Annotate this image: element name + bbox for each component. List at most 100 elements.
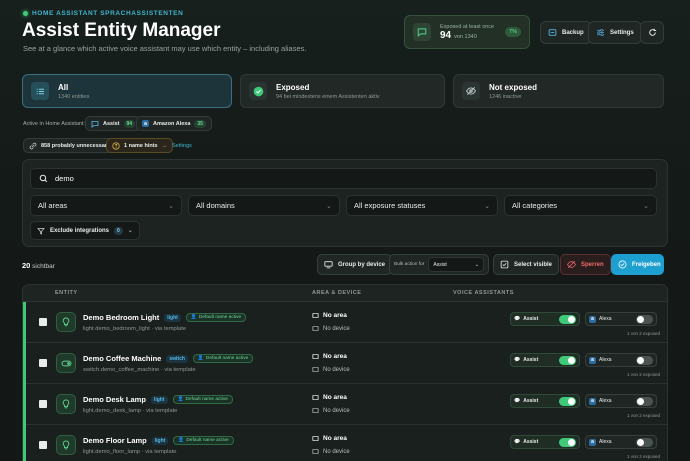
domain-badge: light [150,395,168,404]
row-checkbox[interactable] [39,441,47,449]
page-subtitle: See at a glance which active voice assis… [23,44,307,53]
arrow-right-icon: → [161,142,168,149]
settings-link[interactable]: Settings [172,143,192,149]
alexa-toggle[interactable] [636,396,653,406]
chevron-down-icon: ⌄ [484,202,490,210]
assist-icon: 💬 [514,398,521,404]
name-hint-label: Default name active [186,438,229,443]
table-row[interactable]: Demo Bedroom Light light 👤 Default name act… [23,302,667,343]
device-icon [312,366,319,373]
col-entity: ENTITY [55,290,78,296]
alexa-toggle-pill[interactable]: a Alexa [585,394,657,408]
release-button[interactable]: Freigeben [611,254,664,275]
chevron-down-icon: ⌄ [168,202,174,210]
chip-alexa[interactable]: a Amazon Alexa 35 [136,116,212,131]
chip-assist[interactable]: Assist 94 [85,116,142,131]
bulb-icon [56,435,76,455]
exposed-summary: 1 von 2 exposed [627,413,661,418]
card-all[interactable]: All 1340 entities [22,74,232,108]
assist-toggle[interactable] [559,396,576,406]
device-name: No device [323,448,350,455]
entity-name-line: Demo Desk Lamp light 👤 Default name active [83,395,233,404]
search-input[interactable]: demo [30,168,657,189]
block-button[interactable]: Sperren [560,254,611,275]
alexa-toggle[interactable] [636,437,653,447]
chip-alexa-label: Amazon Alexa [153,120,191,127]
alexa-label: Alexa [599,439,612,445]
assist-toggle-pill[interactable]: 💬 Assist [510,435,580,449]
row-checkbox[interactable] [39,359,47,367]
entity-id: light.demo_desk_lamp · via template [83,408,178,414]
status-select[interactable]: All exposure statuses ⌄ [346,195,498,216]
assist-toggle[interactable] [559,314,576,324]
entity-name-line: Demo Bedroom Light light 👤 Default name act… [83,313,247,322]
device-line: No device [312,407,350,414]
name-hint-label: Default name active [205,356,249,361]
backup-icon [548,28,557,37]
row-checkbox[interactable] [39,400,47,408]
name-hint-badge: 👤 Default name active [185,313,247,322]
assist-label: Assist [523,439,539,445]
alexa-icon: a [589,438,596,446]
card-exposed[interactable]: Exposed 94 bei mindestens einem Assistent… [240,74,445,108]
bulb-icon [56,312,76,332]
block-label: Sperren [581,261,604,268]
row-checkbox[interactable] [39,318,47,326]
category-select-value: All categories [512,201,558,210]
card-not-exposed[interactable]: Not exposed 1246 inactive [453,74,664,108]
exposed-stat-card: Exposed at least once 94 von 1340 7% [404,15,530,49]
eye-off-icon [567,260,576,269]
alexa-label: Alexa [599,398,612,404]
user-icon: 👤 [178,438,185,443]
visible-number: 20 [22,261,31,270]
eye-off-icon [462,82,480,100]
chat-icon [413,23,431,41]
assist-label: Assist [523,357,539,363]
entity-id: light.demo_bedroom_light · via template [83,326,187,332]
page-title: Assist Entity Manager [22,20,221,41]
alexa-toggle[interactable] [636,355,653,365]
domain-select[interactable]: All domains ⌄ [188,195,340,216]
col-voice: VOICE ASSISTANTS [453,290,514,296]
chip-alexa-count: 35 [194,119,206,128]
select-visible-label: Select visible [514,261,553,268]
device-line: No device [312,448,350,455]
settings-label: Settings [610,29,634,36]
alexa-toggle-pill[interactable]: a Alexa [585,312,657,326]
card-exposed-name: Exposed [276,82,310,92]
assist-toggle[interactable] [559,355,576,365]
assist-toggle[interactable] [559,437,576,447]
device-name: No device [323,407,350,414]
chevron-down-icon: ⌄ [474,261,479,268]
stat-percent-badge: 7% [505,27,521,37]
bulk-assistant-select[interactable]: Assist ⌄ [428,257,484,272]
refresh-button[interactable] [640,21,664,44]
exposed-indicator [23,384,26,425]
table-row[interactable]: Demo Coffee Machine switch 👤 Default name a… [23,343,667,384]
group-by-device-button[interactable]: Group by device [317,254,393,275]
user-icon: 👤 [190,315,197,320]
exclude-integrations-select[interactable]: Exclude integrations 0 ⌄ [30,221,140,240]
name-hint-label: Default name active [185,397,228,402]
alexa-icon: a [589,397,596,405]
area-select-value: All areas [38,201,68,210]
settings-button[interactable]: Settings [588,21,642,44]
alexa-toggle-pill[interactable]: a Alexa [585,353,657,367]
domain-select-value: All domains [196,201,235,210]
user-icon: 👤 [177,397,184,402]
select-visible-button[interactable]: Select visible [493,254,560,275]
table-row[interactable]: Demo Desk Lamp light 👤 Default name active … [23,384,667,425]
alexa-toggle[interactable] [636,314,653,324]
category-select[interactable]: All categories ⌄ [504,195,657,216]
table-row[interactable]: Demo Floor Lamp light 👤 Default name active… [23,425,667,461]
area-select[interactable]: All areas ⌄ [30,195,182,216]
chip-name-hints[interactable]: 1 name hints → [106,138,174,153]
assist-toggle-pill[interactable]: 💬 Assist [510,353,580,367]
backup-button[interactable]: Backup [540,21,592,44]
device-icon [312,448,319,455]
exposed-indicator [23,302,26,343]
chip-unnecessary[interactable]: 858 probably unnecessary [23,138,117,153]
assist-toggle-pill[interactable]: 💬 Assist [510,312,580,326]
assist-toggle-pill[interactable]: 💬 Assist [510,394,580,408]
alexa-toggle-pill[interactable]: a Alexa [585,435,657,449]
